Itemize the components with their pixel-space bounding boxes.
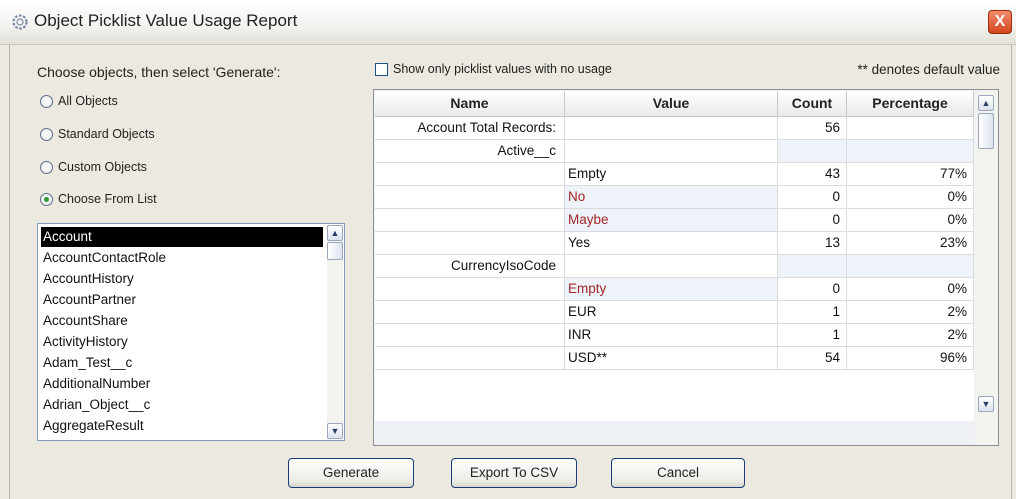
window-title: Object Picklist Value Usage Report bbox=[34, 11, 298, 30]
usage-table: Name Value Count Percentage Account Tota… bbox=[373, 89, 999, 446]
table-cell-value bbox=[565, 140, 778, 163]
object-list[interactable]: Account AccountContactRole AccountHistor… bbox=[37, 223, 345, 441]
table-cell-count bbox=[778, 255, 847, 278]
table-cell-name: Active__c bbox=[375, 140, 565, 163]
no-usage-filter[interactable]: Show only picklist values with no usage bbox=[375, 62, 612, 76]
radio-label: Choose From List bbox=[58, 192, 157, 206]
gear-icon bbox=[12, 14, 28, 30]
table-cell-value: INR bbox=[565, 324, 778, 347]
table-cell-count: 43 bbox=[778, 163, 847, 186]
radio-label: All Objects bbox=[58, 94, 118, 108]
table-cell-name bbox=[375, 301, 565, 324]
table-cell-pct: 2% bbox=[847, 301, 974, 324]
close-button[interactable]: X bbox=[988, 10, 1012, 34]
table-cell-count: 0 bbox=[778, 186, 847, 209]
table-cell-pct: 0% bbox=[847, 278, 974, 301]
table-cell-value: USD** bbox=[565, 347, 778, 370]
radio-label: Custom Objects bbox=[58, 160, 147, 174]
table-cell-name bbox=[375, 347, 565, 370]
table-cell-count: 0 bbox=[778, 278, 847, 301]
table-cell-pct bbox=[847, 140, 974, 163]
table-cell-value: No bbox=[565, 186, 778, 209]
table-cell-value: Maybe bbox=[565, 209, 778, 232]
radio-indicator[interactable] bbox=[40, 127, 53, 141]
generate-button[interactable]: Generate bbox=[288, 458, 414, 488]
radio-choose-from-list[interactable]: Choose From List bbox=[40, 189, 157, 209]
scroll-thumb[interactable] bbox=[978, 113, 994, 149]
table-cell-pct bbox=[847, 255, 974, 278]
table-cell-count: 54 bbox=[778, 347, 847, 370]
table-cell-value: EUR bbox=[565, 301, 778, 324]
table-cell-pct bbox=[847, 117, 974, 140]
scroll-up-icon[interactable]: ▲ bbox=[978, 95, 994, 111]
list-item[interactable]: AccountContactRole bbox=[41, 248, 323, 268]
list-item[interactable]: Adrian_Object__c bbox=[41, 395, 323, 415]
cancel-button[interactable]: Cancel bbox=[611, 458, 745, 488]
table-cell-value: Empty bbox=[565, 278, 778, 301]
radio-label: Standard Objects bbox=[58, 127, 155, 141]
table-cell-count: 1 bbox=[778, 324, 847, 347]
list-item[interactable]: ActivityHistory bbox=[41, 332, 323, 352]
table-cell-name bbox=[375, 232, 565, 255]
radio-indicator[interactable] bbox=[40, 160, 53, 174]
table-grid: Name Value Count Percentage Account Tota… bbox=[375, 91, 974, 421]
table-cell-name bbox=[375, 209, 565, 232]
list-item[interactable]: AccountPartner bbox=[41, 290, 323, 310]
table-scrollbar[interactable]: ▲ ▼ bbox=[975, 91, 997, 444]
table-cell-value bbox=[565, 117, 778, 140]
table-cell-pct: 2% bbox=[847, 324, 974, 347]
list-item[interactable]: AccountHistory bbox=[41, 269, 323, 289]
list-item[interactable]: AccountShare bbox=[41, 311, 323, 331]
table-cell-count: 0 bbox=[778, 209, 847, 232]
list-item[interactable]: Account bbox=[41, 227, 323, 247]
table-cell-name bbox=[375, 163, 565, 186]
table-cell-pct: 77% bbox=[847, 163, 974, 186]
radio-standard-objects[interactable]: Standard Objects bbox=[40, 124, 155, 144]
table-cell-name: CurrencyIsoCode bbox=[375, 255, 565, 278]
table-cell-name bbox=[375, 324, 565, 347]
list-item[interactable]: AggregateResult bbox=[41, 416, 323, 436]
table-cell-value bbox=[565, 255, 778, 278]
table-cell-pct: 23% bbox=[847, 232, 974, 255]
table-cell-value: Empty bbox=[565, 163, 778, 186]
title-bar: Object Picklist Value Usage Report X bbox=[0, 0, 1016, 45]
object-list-scrollbar[interactable]: ▲ ▼ bbox=[327, 225, 343, 439]
list-item[interactable]: Adam_Test__c bbox=[41, 353, 323, 373]
column-header-name[interactable]: Name bbox=[375, 91, 565, 117]
table-cell-value: Yes bbox=[565, 232, 778, 255]
table-cell-pct: 0% bbox=[847, 186, 974, 209]
table-cell-count: 1 bbox=[778, 301, 847, 324]
column-header-value[interactable]: Value bbox=[565, 91, 778, 117]
table-cell-count bbox=[778, 140, 847, 163]
radio-custom-objects[interactable]: Custom Objects bbox=[40, 157, 147, 177]
default-value-note: ** denotes default value bbox=[857, 62, 1000, 77]
table-cell-name: Account Total Records: bbox=[375, 117, 565, 140]
no-usage-checkbox[interactable] bbox=[375, 62, 388, 76]
table-cell-pct: 0% bbox=[847, 209, 974, 232]
radio-all-objects[interactable]: All Objects bbox=[40, 91, 118, 111]
table-cell-count: 13 bbox=[778, 232, 847, 255]
scroll-thumb[interactable] bbox=[327, 242, 343, 260]
table-cell-name bbox=[375, 186, 565, 209]
export-csv-button[interactable]: Export To CSV bbox=[451, 458, 577, 488]
list-item[interactable]: AdditionalNumber bbox=[41, 374, 323, 394]
scroll-up-icon[interactable]: ▲ bbox=[327, 225, 343, 241]
radio-indicator[interactable] bbox=[40, 94, 53, 108]
column-header-count[interactable]: Count bbox=[778, 91, 847, 117]
scroll-down-icon[interactable]: ▼ bbox=[327, 423, 343, 439]
table-cell-count: 56 bbox=[778, 117, 847, 140]
radio-indicator[interactable] bbox=[40, 192, 53, 206]
instruction-label: Choose objects, then select 'Generate': bbox=[37, 64, 281, 80]
table-cell-name bbox=[375, 278, 565, 301]
checkbox-label: Show only picklist values with no usage bbox=[393, 62, 612, 76]
scroll-down-icon[interactable]: ▼ bbox=[978, 396, 994, 412]
column-header-percentage[interactable]: Percentage bbox=[847, 91, 974, 117]
table-cell-pct: 96% bbox=[847, 347, 974, 370]
